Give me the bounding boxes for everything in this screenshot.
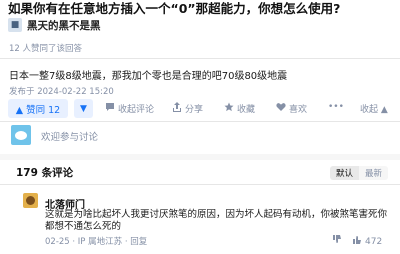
comment-count: 179 条评论 <box>16 167 74 179</box>
comment-like-count: 472 <box>365 236 383 247</box>
collapse-comments-label: 收起评论 <box>118 105 155 115</box>
question-title[interactable]: 如果你有在任意地方插入一个“0”那超能力，你想怎么使用? <box>8 0 340 17</box>
answer-content: 日本一整7级8级地震，那我加个零也是合理的吧70级80级地震 <box>9 71 288 82</box>
upvote-button[interactable]: ▲ 赞同 12 <box>8 99 68 118</box>
thumb-up-icon <box>352 235 362 248</box>
comment-icon <box>105 102 115 115</box>
publish-time: 发布于 2024-02-22 15:20 <box>9 87 114 97</box>
share-label: 分享 <box>185 105 204 115</box>
comment-sort-toggle: 默认 最新 <box>330 166 389 180</box>
heart-icon <box>276 102 286 115</box>
favorite-button[interactable]: 收藏 <box>224 102 255 115</box>
divider <box>0 121 400 122</box>
star-icon <box>224 102 234 115</box>
like-label: 喜欢 <box>289 105 308 115</box>
favorite-label: 收藏 <box>237 105 256 115</box>
share-icon <box>172 102 182 115</box>
sort-latest-button[interactable]: 最新 <box>359 166 389 180</box>
collapse-answer-button[interactable]: 收起 ▲ <box>360 102 388 115</box>
collapse-comments-button[interactable]: 收起评论 <box>105 102 154 115</box>
more-icon: ••• <box>328 102 344 112</box>
section-separator <box>0 154 400 160</box>
answer-action-bar: ▲ 赞同 12 ▼ 收起评论 分享 收藏 喜欢 ••• 收起 ▲ <box>8 99 392 119</box>
answer-author[interactable]: ■ 黑天的黑不是黑 <box>8 18 101 32</box>
vote-summary: 12 人赞同了该回答 <box>9 44 83 54</box>
comment-text: 这就是为啥比起坏人我更讨厌煞笔的原因，因为坏人起码有动机，你被煞笔害死你都想不通… <box>45 209 388 232</box>
commenter-avatar[interactable] <box>23 193 38 208</box>
divider <box>0 184 400 185</box>
current-user-avatar <box>11 125 31 145</box>
divider <box>0 58 400 59</box>
downvote-button[interactable]: ▼ <box>74 99 93 118</box>
sort-default-button[interactable]: 默认 <box>330 166 360 180</box>
comment-input[interactable]: 欢迎参与讨论 <box>41 129 98 143</box>
share-button[interactable]: 分享 <box>172 102 203 115</box>
more-button[interactable]: ••• <box>328 102 344 112</box>
comment-meta[interactable]: 02-25 · IP 属地江苏 · 回复 <box>45 235 147 247</box>
author-avatar[interactable]: ■ <box>8 18 22 32</box>
author-name[interactable]: 黑天的黑不是黑 <box>27 18 101 33</box>
comment-like-button[interactable]: 472 <box>352 235 382 248</box>
dislike-icon[interactable] <box>332 234 342 247</box>
like-button[interactable]: 喜欢 <box>276 102 307 115</box>
